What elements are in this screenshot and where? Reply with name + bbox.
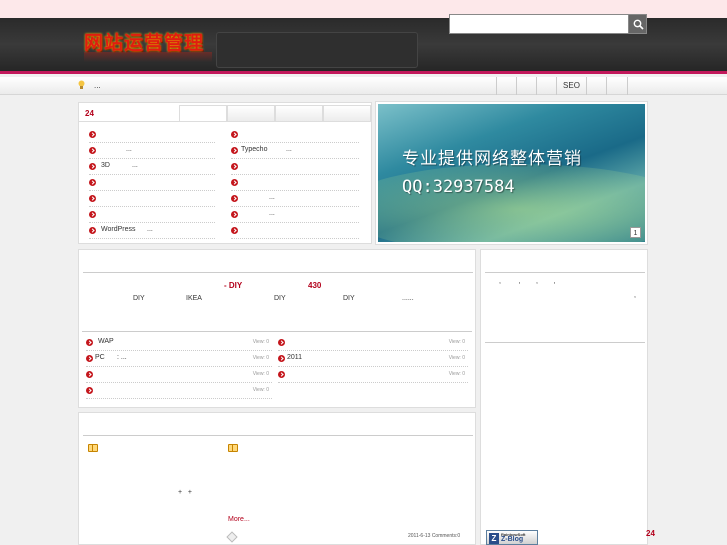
arrow-icon bbox=[86, 339, 93, 346]
footer-count: 24 bbox=[646, 529, 655, 538]
arrow-icon bbox=[89, 211, 96, 218]
arrow-icon bbox=[278, 339, 285, 346]
featured-ellipsis: ...... bbox=[402, 295, 414, 302]
search-icon bbox=[633, 19, 644, 30]
arrow-icon bbox=[86, 387, 93, 394]
arrow-icon bbox=[89, 243, 96, 244]
lightbulb-icon bbox=[78, 80, 85, 89]
site-logo[interactable]: 网站运营管理 bbox=[84, 28, 204, 55]
sidebar-divider bbox=[485, 272, 645, 273]
table-row[interactable]: View: 0 bbox=[86, 367, 272, 383]
arrow-icon bbox=[89, 227, 96, 234]
list-item[interactable]: 3D... bbox=[89, 159, 215, 175]
banner-qq: QQ:32937584 bbox=[402, 177, 515, 197]
featured-word: IKEA bbox=[186, 295, 202, 302]
featured-word: DIY bbox=[133, 295, 145, 302]
table-row[interactable]: View: 0 bbox=[278, 335, 468, 351]
book-icon bbox=[228, 444, 238, 452]
nav-item-3[interactable] bbox=[536, 77, 556, 95]
zblog-name: Z-Blog bbox=[501, 536, 524, 543]
arrow-icon bbox=[86, 355, 93, 362]
list-item[interactable] bbox=[231, 175, 359, 191]
table-row[interactable]: View: 0 bbox=[278, 367, 468, 383]
featured-word: DIY bbox=[343, 295, 355, 302]
nav-notice[interactable]: ... bbox=[94, 81, 101, 90]
arrow-icon bbox=[231, 195, 238, 202]
arrow-icon bbox=[278, 355, 285, 362]
banner-page-indicator[interactable]: 1 bbox=[630, 227, 641, 238]
search-input[interactable] bbox=[449, 14, 629, 34]
arrow-icon bbox=[86, 371, 93, 378]
arrow-icon bbox=[278, 371, 285, 378]
list-item[interactable] bbox=[89, 239, 215, 244]
sidebar-divider bbox=[485, 342, 645, 343]
tab-1[interactable] bbox=[179, 105, 227, 122]
list-item[interactable] bbox=[89, 127, 215, 143]
list-item[interactable] bbox=[89, 207, 215, 223]
list-item[interactable] bbox=[231, 223, 359, 239]
zblog-badge[interactable]: Z RainbowSoft Z-Blog bbox=[486, 530, 538, 545]
nav-item-6[interactable] bbox=[606, 77, 628, 95]
tab-3[interactable] bbox=[275, 105, 323, 122]
arrow-icon bbox=[231, 179, 238, 186]
tab-2[interactable] bbox=[227, 105, 275, 122]
featured-title[interactable]: - DIY bbox=[224, 281, 242, 290]
arrow-icon bbox=[89, 131, 96, 138]
table-row[interactable]: View: 0 bbox=[86, 383, 272, 399]
arrow-icon bbox=[89, 147, 96, 154]
nav-item-5[interactable] bbox=[586, 77, 606, 95]
post-plus: + + bbox=[178, 489, 193, 496]
sidebar-comma: , bbox=[634, 292, 636, 299]
sidebar-text: , , , , bbox=[499, 278, 556, 285]
list-item[interactable] bbox=[231, 127, 359, 143]
table-row[interactable]: PC: ... View: 0 bbox=[86, 351, 272, 367]
featured-word: DIY bbox=[274, 295, 286, 302]
banner-glow bbox=[378, 164, 645, 242]
arrow-icon bbox=[231, 147, 238, 154]
table-row[interactable]: WAP View: 0 bbox=[86, 335, 272, 351]
tabs-panel: 24 ... 3D... WordPress... Typecho... ...… bbox=[78, 102, 372, 244]
more-link[interactable]: More... bbox=[228, 516, 250, 523]
list-item[interactable] bbox=[89, 191, 215, 207]
section-divider bbox=[83, 435, 473, 436]
arrow-icon bbox=[231, 131, 238, 138]
tab-divider bbox=[79, 121, 371, 122]
arrow-icon bbox=[231, 211, 238, 218]
arrow-icon bbox=[231, 163, 238, 170]
list-item[interactable]: ... bbox=[231, 191, 359, 207]
section-divider bbox=[82, 331, 472, 332]
nav-item-2[interactable] bbox=[516, 77, 536, 95]
posts-panel bbox=[78, 412, 476, 545]
banner-slideshow[interactable]: 专业提供网络整体营销 QQ:32937584 1 bbox=[378, 104, 645, 242]
arrow-icon bbox=[89, 163, 96, 170]
logo-reflection bbox=[84, 52, 212, 62]
nav-item-1[interactable] bbox=[496, 77, 516, 95]
tab-4[interactable] bbox=[323, 105, 371, 122]
search-button[interactable] bbox=[628, 14, 647, 34]
section-divider bbox=[83, 272, 473, 273]
arrow-icon bbox=[89, 179, 96, 186]
featured-count: 430 bbox=[308, 281, 322, 290]
list-item[interactable]: ... bbox=[231, 207, 359, 223]
zblog-logo-icon: Z bbox=[489, 533, 499, 544]
arrow-icon bbox=[89, 195, 96, 202]
list-item[interactable] bbox=[231, 159, 359, 175]
post-meta: 2011-6-13 Comments:0 bbox=[408, 533, 461, 539]
list-item[interactable] bbox=[89, 175, 215, 191]
list-item[interactable]: ... bbox=[89, 143, 215, 159]
arrow-icon bbox=[231, 227, 238, 234]
nav-bar: ... SEO bbox=[0, 77, 727, 95]
tabs-count: 24 bbox=[85, 109, 94, 118]
book-icon bbox=[88, 444, 98, 452]
list-item[interactable]: Typecho... bbox=[231, 143, 359, 159]
sidebar-panel: , , , , , bbox=[480, 249, 648, 545]
banner-headline: 专业提供网络整体营销 bbox=[402, 149, 582, 169]
header-banner-slot bbox=[216, 32, 418, 68]
nav-item-seo[interactable]: SEO bbox=[556, 77, 586, 95]
table-row[interactable]: 2011 View: 0 bbox=[278, 351, 468, 367]
list-item[interactable]: WordPress... bbox=[89, 223, 215, 239]
